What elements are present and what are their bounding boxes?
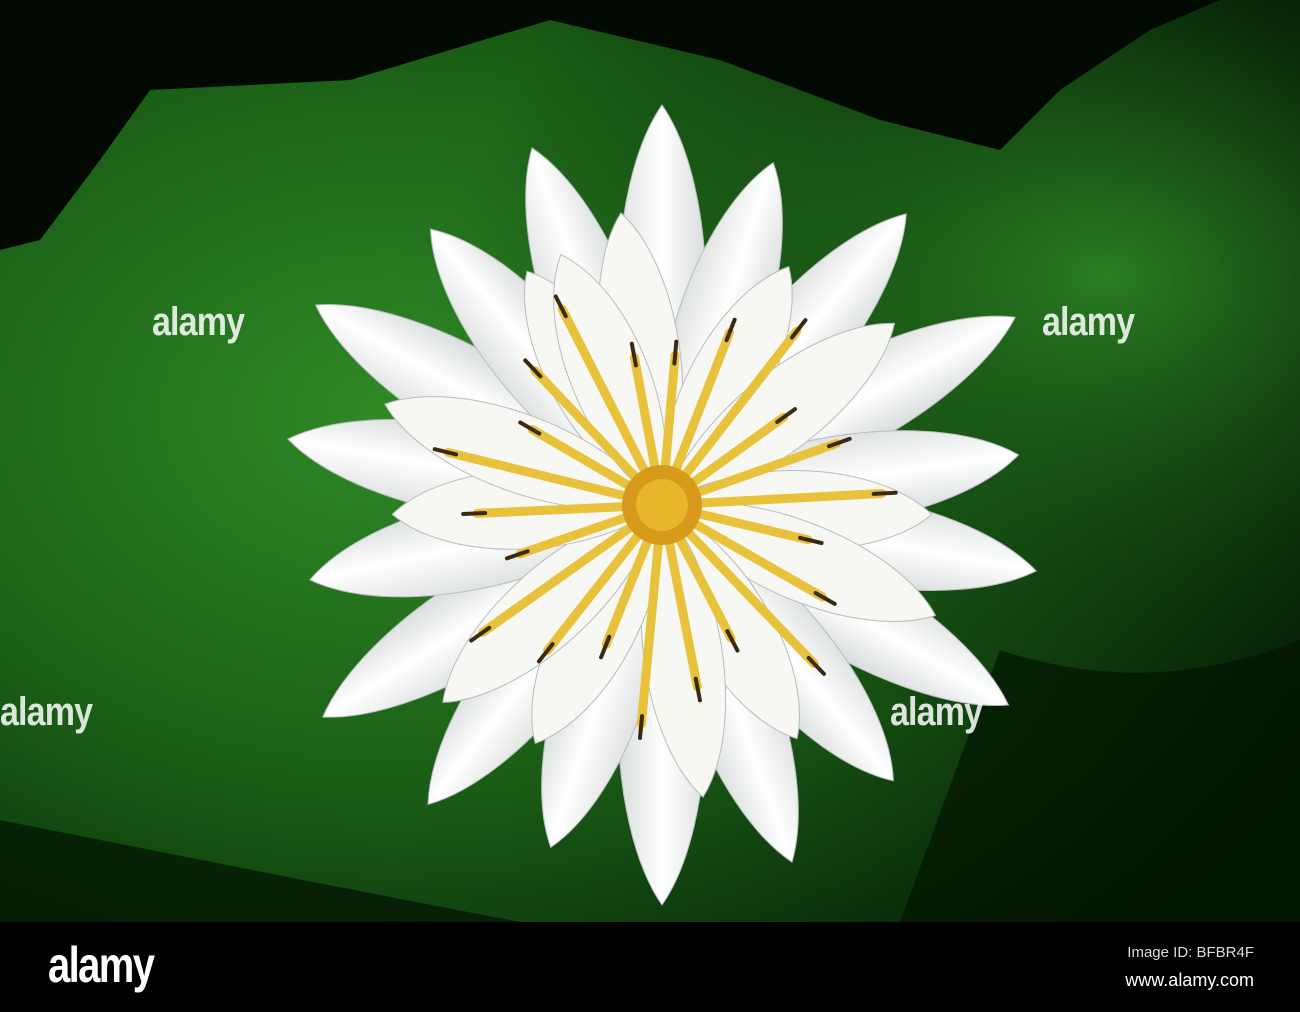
watermark-text: alamy (890, 690, 983, 734)
site-url[interactable]: www.alamy.com (1125, 970, 1254, 991)
footer-bar: alamy Image ID: BFBR4F www.alamy.com (0, 922, 1300, 1012)
photo-frame: alamy alamy alamy alamy alamy Image ID: BFB… (0, 0, 1300, 1012)
watermark-text: alamy (1042, 300, 1135, 344)
alamy-logo: alamy (48, 937, 155, 993)
watermark-text: alamy (152, 300, 245, 344)
watermark-text: alamy (0, 690, 93, 734)
image-id: Image ID: BFBR4F (1127, 944, 1254, 961)
water-lily-photo (0, 0, 1300, 922)
